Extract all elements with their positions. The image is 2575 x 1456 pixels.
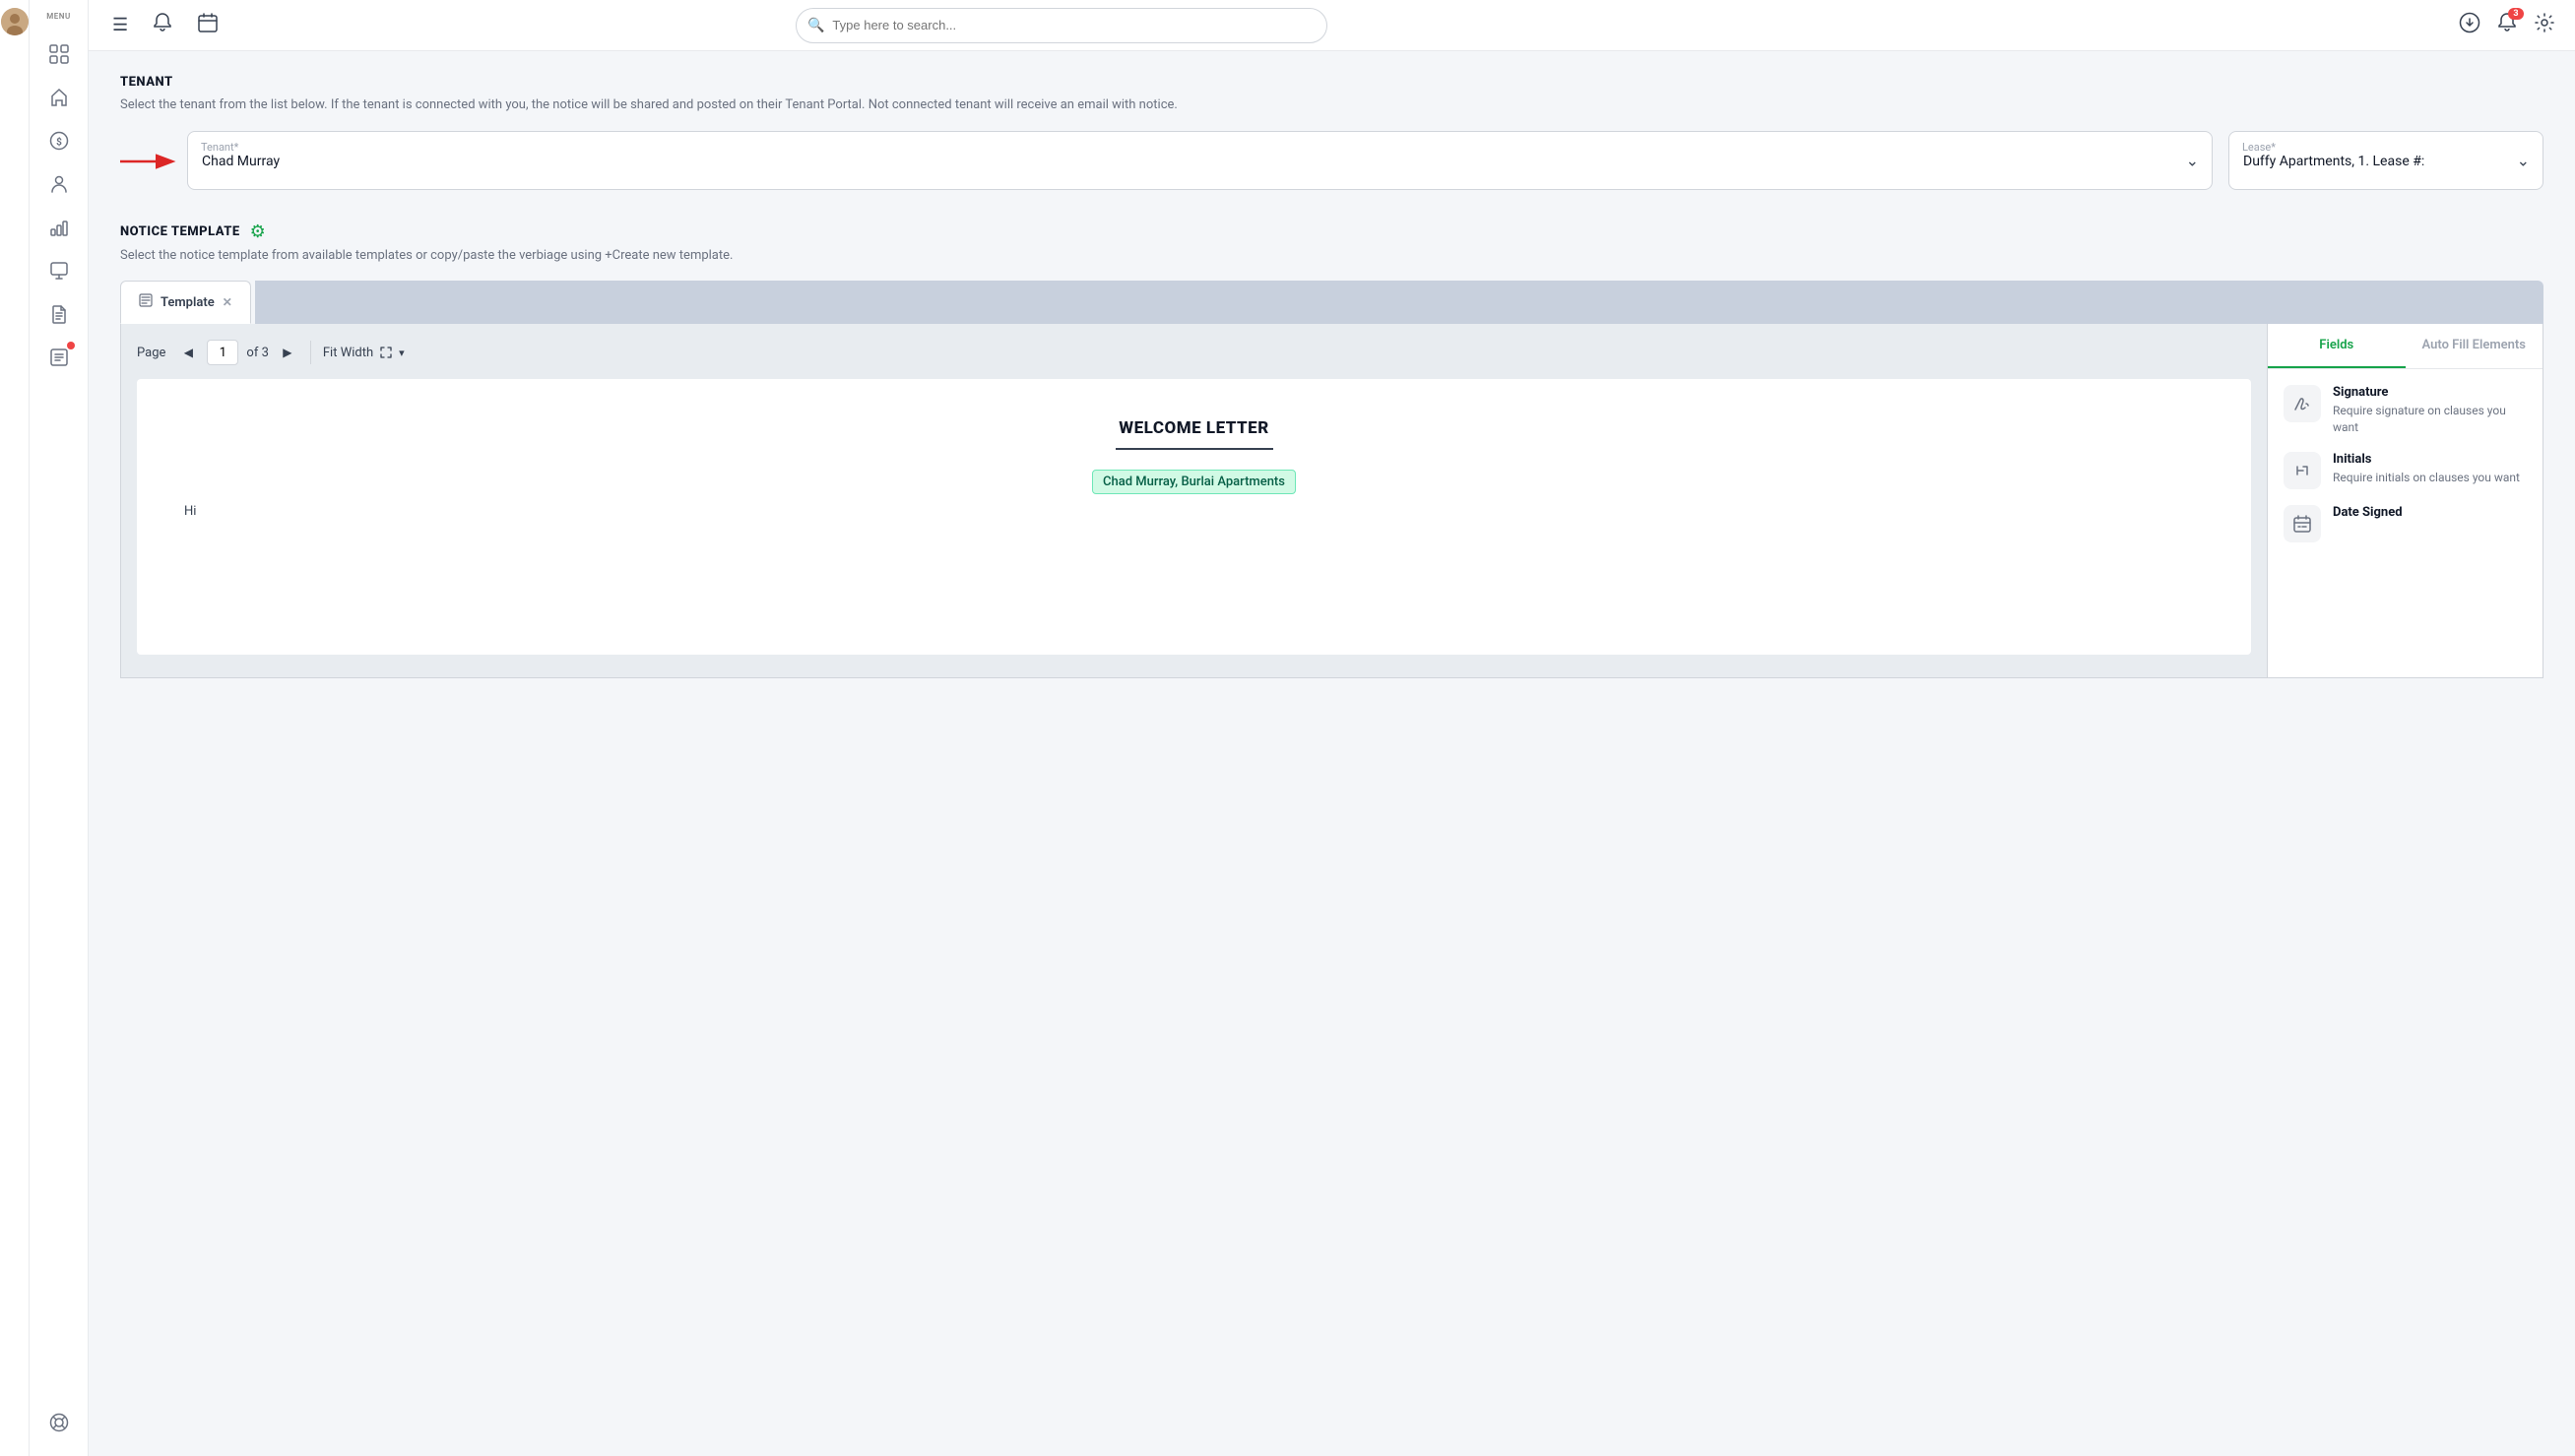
template-tab-icon	[139, 293, 153, 311]
hamburger-button[interactable]: ☰	[108, 11, 132, 39]
sidebar: MENU $	[30, 0, 89, 1456]
signature-field-info: Signature Require signature on clauses y…	[2333, 385, 2527, 436]
sidebar-item-design[interactable]	[41, 253, 77, 288]
template-gear-icon[interactable]: ⚙	[250, 222, 266, 242]
avatar-strip	[0, 0, 30, 1456]
document-highlight-name: Chad Murray, Burlai Apartments	[1092, 470, 1296, 494]
sidebar-item-people[interactable]	[41, 166, 77, 202]
search-bar[interactable]: 🔍	[796, 8, 1327, 43]
page-next-button[interactable]: ▶	[277, 342, 298, 363]
fields-tabs: Fields Auto Fill Elements	[2268, 324, 2543, 369]
fit-width-label: Fit Width	[323, 346, 373, 360]
sidebar-item-support[interactable]	[41, 1405, 77, 1440]
menu-label: MENU	[46, 12, 70, 21]
tenant-select[interactable]: Chad Murray	[187, 131, 2213, 190]
document-page: WELCOME LETTER Chad Murray, Burlai Apart…	[137, 379, 2251, 655]
date-signed-field-info: Date Signed	[2333, 505, 2527, 523]
tenant-form-row: Tenant* Chad Murray ⌄ Lease* Duffy Apart…	[120, 131, 2543, 190]
initials-field-desc: Require initials on clauses you want	[2333, 470, 2527, 486]
lease-select[interactable]: Duffy Apartments, 1. Lease #:	[2228, 131, 2543, 190]
page-number[interactable]: 1	[207, 340, 238, 365]
notification-icon[interactable]: 3	[2496, 12, 2518, 38]
date-signed-icon-box	[2284, 505, 2321, 542]
fields-panel: Fields Auto Fill Elements Signat	[2267, 324, 2543, 677]
sidebar-item-home[interactable]	[41, 80, 77, 115]
field-item-date-signed[interactable]: Date Signed	[2284, 505, 2527, 542]
fit-width-button[interactable]: Fit Width ▾	[323, 346, 405, 360]
sidebar-item-dashboard[interactable]	[41, 36, 77, 72]
settings-icon[interactable]	[2534, 12, 2555, 38]
template-tab[interactable]: Template ✕	[120, 281, 251, 324]
document-underline	[1116, 448, 1273, 450]
document-hi: Hi	[184, 504, 196, 519]
sidebar-item-documents[interactable]	[41, 296, 77, 332]
sidebar-item-listings[interactable]	[41, 340, 77, 375]
signature-icon-box	[2284, 385, 2321, 422]
fields-list: Signature Require signature on clauses y…	[2268, 369, 2543, 558]
date-signed-field-name: Date Signed	[2333, 505, 2527, 520]
notification-bell-top[interactable]	[148, 8, 177, 42]
tab-fields[interactable]: Fields	[2268, 324, 2406, 368]
search-input[interactable]	[796, 8, 1327, 43]
tenant-section-header: TENANT	[120, 75, 2543, 90]
template-tab-close[interactable]: ✕	[223, 295, 232, 309]
notice-template-description: Select the notice template from availabl…	[120, 246, 2543, 266]
tenant-section-description: Select the tenant from the list below. I…	[120, 95, 2543, 115]
arrow-indicator	[120, 147, 179, 176]
notice-template-header: NOTICE TEMPLATE ⚙	[120, 222, 2543, 242]
notice-template-title: NOTICE TEMPLATE	[120, 224, 240, 239]
doc-toolbar: Page ◀ 1 of 3 ▶ Fit Width ▾	[137, 340, 2251, 365]
topnav: ☰ 🔍	[89, 0, 2575, 51]
page-navigation: ◀ 1 of 3 ▶	[177, 340, 297, 365]
page-label: Page	[137, 346, 165, 360]
svg-text:$: $	[56, 136, 62, 149]
signature-field-desc: Require signature on clauses you want	[2333, 403, 2527, 436]
tab-autofill[interactable]: Auto Fill Elements	[2406, 324, 2543, 368]
toolbar-divider	[310, 341, 311, 364]
template-tab-label: Template	[161, 295, 215, 310]
initials-field-info: Initials Require initials on clauses you…	[2333, 452, 2527, 486]
sidebar-item-reports[interactable]	[41, 210, 77, 245]
field-item-initials[interactable]: Initials Require initials on clauses you…	[2284, 452, 2527, 489]
download-icon[interactable]	[2459, 12, 2480, 38]
listings-badge	[67, 342, 75, 349]
template-tab-empty-area	[255, 281, 2543, 324]
template-content-wrapper: Page ◀ 1 of 3 ▶ Fit Width ▾	[120, 324, 2543, 678]
initials-icon-box	[2284, 452, 2321, 489]
tenant-field[interactable]: Tenant* Chad Murray ⌄	[187, 131, 2213, 190]
signature-field-name: Signature	[2333, 385, 2527, 400]
sidebar-item-finance[interactable]: $	[41, 123, 77, 158]
template-tabs: Template ✕	[120, 281, 2543, 324]
document-title: WELCOME LETTER	[1119, 418, 1268, 438]
topnav-right-icons: 3	[2459, 12, 2555, 38]
lease-field[interactable]: Lease* Duffy Apartments, 1. Lease #: ⌄	[2228, 131, 2543, 190]
initials-field-name: Initials	[2333, 452, 2527, 467]
notification-badge: 3	[2508, 8, 2524, 20]
field-item-signature[interactable]: Signature Require signature on clauses y…	[2284, 385, 2527, 436]
document-preview: Page ◀ 1 of 3 ▶ Fit Width ▾	[121, 324, 2267, 677]
page-total: of 3	[246, 346, 268, 360]
page-prev-button[interactable]: ◀	[177, 342, 199, 363]
calendar-icon[interactable]	[193, 8, 223, 42]
user-avatar[interactable]	[1, 8, 29, 35]
fit-width-chevron-icon: ▾	[399, 347, 405, 359]
search-icon: 🔍	[807, 18, 824, 33]
main-wrapper: ☰ 🔍	[89, 0, 2575, 1456]
page-content: TENANT Select the tenant from the list b…	[89, 51, 2575, 1456]
